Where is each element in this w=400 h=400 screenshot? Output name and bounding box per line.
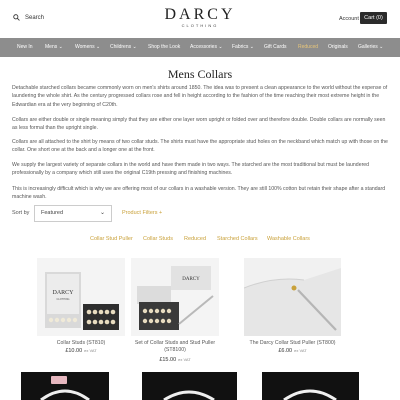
collar-illustration	[163, 390, 215, 400]
collar-illustration	[283, 389, 337, 400]
site-header: Search DARCY CLOTHING Account Cart (0)	[0, 0, 400, 38]
category-link-starched-collars[interactable]: Starched Collars	[217, 236, 258, 242]
nav-item-gift-cards[interactable]: Gift Cards	[264, 38, 287, 57]
nav-item-childrens[interactable]: Childrens ⌄	[110, 38, 137, 57]
logo-subtitle: CLOTHING	[181, 23, 219, 28]
product-name[interactable]: Set of Collar Studs and Stud Puller (ST8…	[131, 340, 219, 354]
product-image-next-row[interactable]	[142, 372, 237, 400]
main-nav: New In Mens ⌄ Womens ⌄ Childrens ⌄ Shop …	[0, 38, 400, 57]
svg-text:DARCY: DARCY	[52, 290, 74, 296]
collar-studs-box-illustration: DARCY CLOTHING	[37, 258, 125, 336]
category-link-collar-studs[interactable]: Collar Studs	[143, 236, 173, 242]
nav-item-accessories[interactable]: Accessories ⌄	[190, 38, 223, 57]
nav-item-galleries[interactable]: Galleries ⌄	[358, 38, 383, 57]
svg-text:CLOTHING: CLOTHING	[57, 298, 70, 301]
chevron-down-icon: ⌄	[99, 210, 105, 216]
description-paragraph: We supply the largest variety of separat…	[12, 162, 370, 177]
nav-item-new-in[interactable]: New In	[17, 38, 33, 57]
description-paragraph: Detachable starched collars became commo…	[12, 85, 388, 108]
cart-button[interactable]: Cart (0)	[360, 12, 387, 24]
product-image-next-row[interactable]	[21, 372, 109, 400]
product-price: £6.00 ex VAT	[278, 348, 307, 354]
nav-item-womens[interactable]: Womens ⌄	[75, 38, 100, 57]
product-name[interactable]: Collar Studs (ST810)	[37, 340, 125, 347]
studs-and-puller-set-illustration: DARCY	[131, 258, 219, 336]
svg-text:DARCY: DARCY	[182, 277, 200, 282]
nav-item-fabrics[interactable]: Fabrics ⌄	[232, 38, 254, 57]
chevron-down-icon: ⌄	[218, 44, 223, 50]
chevron-down-icon: ⌄	[58, 44, 63, 50]
description-paragraph: This is increasingly difficult which is …	[12, 186, 386, 201]
product-price: £10.00 ex VAT	[65, 348, 97, 354]
page-title: Mens Collars	[167, 67, 233, 81]
product-image-next-row[interactable]	[262, 372, 359, 400]
product-filters-button[interactable]: Product Filters +	[122, 210, 162, 216]
nav-item-reduced[interactable]: Reduced	[298, 38, 318, 57]
account-link[interactable]: Account	[339, 16, 359, 22]
chevron-down-icon: ⌄	[132, 44, 137, 50]
chevron-down-icon: ⌄	[379, 44, 384, 50]
sort-label: Sort by	[12, 210, 30, 216]
chevron-down-icon: ⌄	[249, 44, 254, 50]
product-image-stud-puller[interactable]	[244, 258, 341, 336]
collar-illustration	[40, 389, 90, 400]
product-image-collar-studs[interactable]: DARCY CLOTHING	[37, 258, 125, 336]
nav-item-originals[interactable]: Originals	[328, 38, 348, 57]
nav-item-shop-the-look[interactable]: Shop the Look	[148, 38, 180, 57]
product-price: £15.00 ex VAT	[159, 357, 191, 363]
description-paragraph: Collars are all attached to the shirt by…	[12, 139, 388, 154]
category-link-washable-collars[interactable]: Washable Collars	[267, 236, 310, 242]
description-paragraph: Collars are either double or single mean…	[12, 117, 386, 132]
product-name[interactable]: The Darcy Collar Stud Puller (ST800)	[244, 340, 341, 347]
category-link-collar-stud-puller[interactable]: Collar Stud Puller	[90, 236, 133, 242]
chevron-down-icon: ⌄	[96, 44, 101, 50]
stud-puller-illustration	[244, 258, 341, 336]
product-image-studs-and-puller-set[interactable]: DARCY	[131, 258, 219, 336]
sort-value: Featured	[41, 210, 64, 216]
sort-select[interactable]: Featured ⌄	[34, 205, 112, 222]
nav-item-mens[interactable]: Mens ⌄	[45, 38, 63, 57]
category-link-reduced[interactable]: Reduced	[184, 236, 206, 242]
